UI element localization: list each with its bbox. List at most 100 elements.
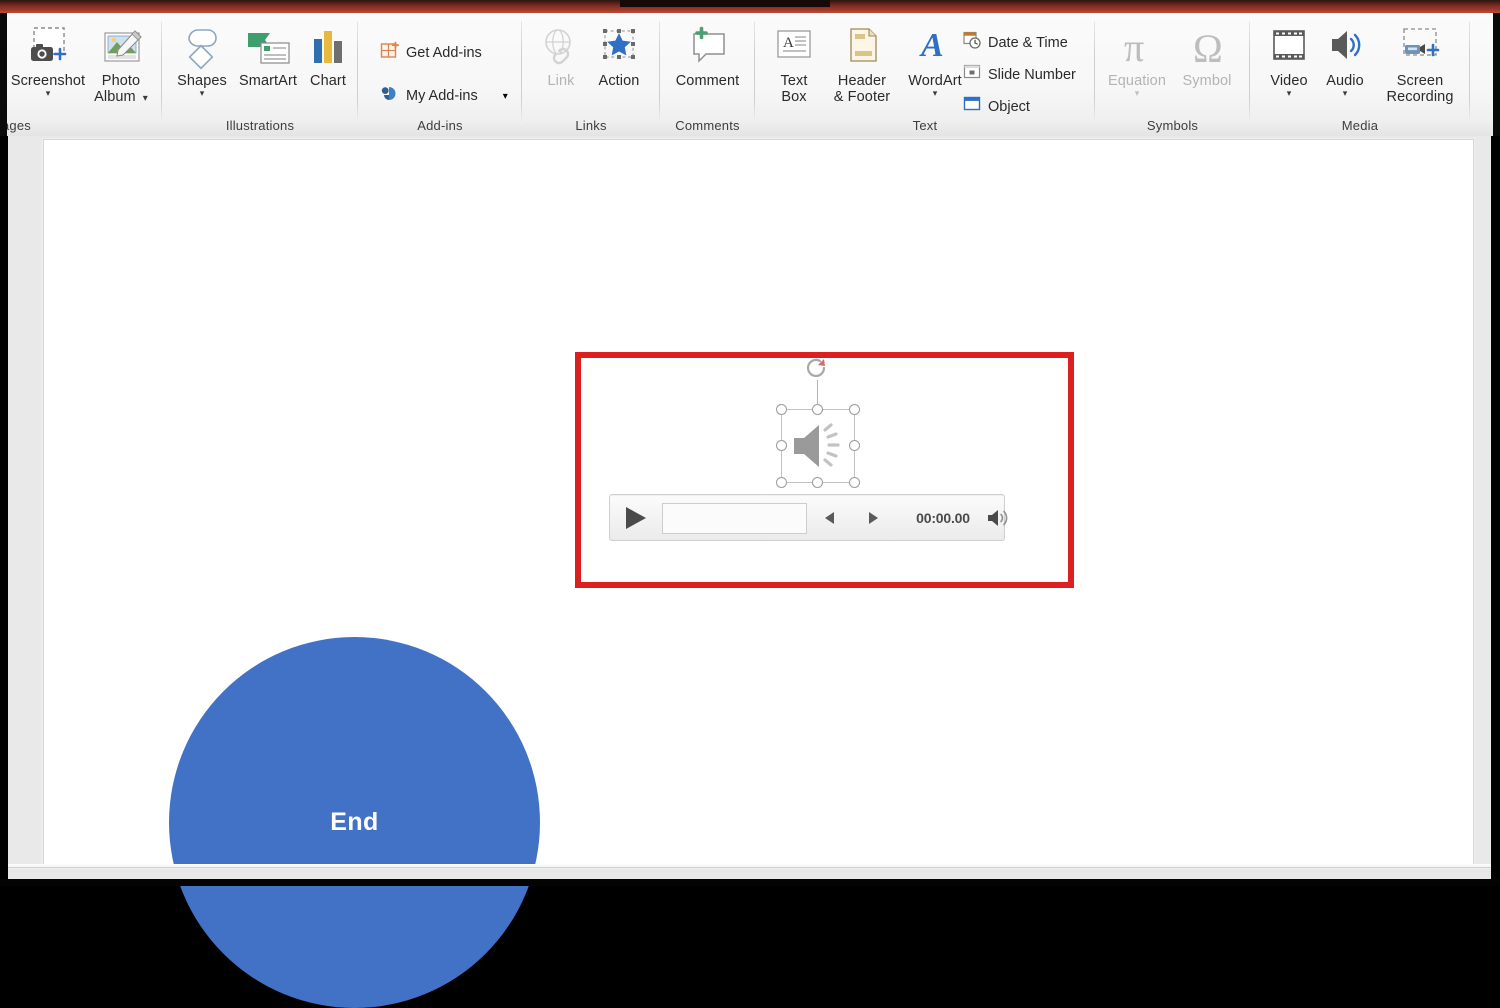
object-button[interactable]: Object [963, 95, 1030, 118]
audio-button[interactable]: Audio ▾ [1314, 25, 1376, 97]
window-left-edge [0, 13, 7, 136]
audio-caret-icon[interactable]: ▾ [1314, 89, 1376, 97]
smartart-icon [242, 25, 294, 73]
slide-canvas[interactable]: 00:00.00 [43, 139, 1474, 865]
action-button[interactable]: Action [584, 25, 654, 89]
video-caret-icon[interactable]: ▾ [1258, 89, 1320, 97]
photo-album-icon [95, 25, 147, 73]
get-addins-button[interactable]: Get Add-ins [380, 41, 482, 65]
comment-button[interactable]: Comment [660, 25, 755, 89]
speaker-icon[interactable] [788, 416, 848, 481]
comment-balloon-icon [682, 25, 734, 73]
shapes-icon [176, 25, 228, 73]
ribbon-group-links: Link Action Links [522, 13, 660, 136]
ribbon-group-images: Screenshot ▾ Photo [0, 13, 162, 136]
audio-playback-bar[interactable]: 00:00.00 [609, 494, 1005, 541]
ribbon-group-links-label: Links [522, 118, 660, 133]
window-bottom-edge [0, 879, 1500, 886]
ribbon-group-media-label: Media [1250, 118, 1500, 133]
screen-recording-button[interactable]: Screen Recording [1374, 25, 1466, 105]
header-footer-label-line1: Header [821, 73, 903, 89]
equation-caret-icon[interactable]: ▾ [1101, 89, 1173, 97]
photo-album-caret-icon[interactable]: ▾ [140, 93, 148, 104]
text-box-button[interactable]: A Text Box [763, 25, 825, 105]
equation-label: Equation [1101, 73, 1173, 89]
my-addins-label: My Add-ins [406, 88, 478, 104]
link-globe-icon [536, 25, 586, 73]
screen-recording-label-line2: Recording [1374, 89, 1466, 105]
resize-handle-bottom-left[interactable] [776, 477, 787, 488]
ribbon-group-comments-label: Comments [660, 118, 755, 133]
date-time-button[interactable]: Date & Time [963, 31, 1068, 54]
resize-handle-top-left[interactable] [776, 404, 787, 415]
equation-button[interactable]: π Equation ▾ [1101, 25, 1173, 97]
rotation-handle-icon[interactable] [803, 356, 831, 384]
end-circle-shape[interactable]: End [169, 637, 540, 1008]
omega-icon: Ω [1180, 25, 1234, 73]
date-time-label: Date & Time [988, 35, 1068, 51]
resize-handle-middle-right[interactable] [849, 440, 860, 451]
photo-album-label-line2: Album [94, 89, 136, 105]
chart-button[interactable]: Chart [302, 25, 354, 89]
step-back-button[interactable] [825, 512, 834, 524]
resize-handle-bottom-right[interactable] [849, 477, 860, 488]
shapes-caret-icon[interactable]: ▾ [170, 89, 234, 97]
video-label: Video [1258, 73, 1320, 89]
audio-speaker-icon [1320, 25, 1370, 73]
strip-divider [8, 867, 1491, 868]
powerpoint-window: Screenshot ▾ Photo [0, 0, 1500, 886]
text-box-icon: A [770, 25, 818, 73]
volume-icon[interactable] [987, 508, 1011, 533]
action-star-icon [594, 25, 644, 73]
photo-album-button[interactable]: Photo Album ▾ [80, 25, 162, 105]
my-addins-button[interactable]: My Add-ins ▾ [380, 84, 508, 108]
get-addins-label: Get Add-ins [406, 45, 482, 61]
pi-icon: π [1110, 25, 1164, 73]
symbol-button[interactable]: Ω Symbol [1171, 25, 1243, 89]
play-button[interactable] [626, 507, 646, 529]
action-label: Action [584, 73, 654, 89]
date-time-icon [963, 31, 981, 54]
audio-timecode: 00:00.00 [905, 510, 981, 526]
workspace-left-border [0, 136, 8, 886]
resize-handle-bottom-center[interactable] [812, 477, 823, 488]
shapes-button[interactable]: Shapes ▾ [170, 25, 234, 97]
video-film-icon [1264, 25, 1314, 73]
smartart-button[interactable]: SmartArt [232, 25, 304, 89]
smartart-label: SmartArt [232, 73, 304, 89]
ribbon-group-images-label: ages [0, 118, 164, 133]
header-footer-label-line2: & Footer [821, 89, 903, 105]
step-forward-button[interactable] [869, 512, 878, 524]
my-addins-caret-icon[interactable]: ▾ [503, 91, 508, 102]
shapes-label: Shapes [170, 73, 234, 89]
audio-label: Audio [1314, 73, 1376, 89]
wordart-button[interactable]: A WordArt ▾ [901, 25, 969, 97]
slide-number-label: Slide Number [988, 67, 1076, 83]
svg-text:π: π [1124, 25, 1144, 70]
ribbon-group-comments: Comment Comments [660, 13, 755, 136]
chart-label: Chart [302, 73, 354, 89]
wordart-label: WordArt [901, 73, 969, 89]
window-right-edge [1493, 13, 1500, 136]
ribbon-insert-tab: Screenshot ▾ Photo [0, 13, 1500, 137]
wordart-caret-icon[interactable]: ▾ [901, 89, 969, 97]
ribbon-group-symbols-label: Symbols [1095, 118, 1250, 133]
object-label: Object [988, 99, 1030, 115]
svg-text:A: A [919, 27, 944, 64]
audio-object-selection[interactable] [776, 404, 860, 488]
video-button[interactable]: Video ▾ [1258, 25, 1320, 97]
header-footer-icon [838, 25, 886, 73]
chart-icon [305, 25, 351, 73]
slide-number-button[interactable]: Slide Number [963, 63, 1076, 86]
resize-handle-top-center[interactable] [812, 404, 823, 415]
store-grid-icon [380, 41, 399, 65]
ribbon-group-illustrations: Shapes ▾ Smar [162, 13, 358, 136]
svg-text:Ω: Ω [1193, 26, 1223, 71]
link-button[interactable]: Link [532, 25, 590, 89]
resize-handle-middle-left[interactable] [776, 440, 787, 451]
header-footer-button[interactable]: Header & Footer [821, 25, 903, 105]
resize-handle-top-right[interactable] [849, 404, 860, 415]
audio-progress-bar[interactable] [662, 503, 807, 534]
ribbon-group-illustrations-label: Illustrations [162, 118, 358, 133]
screen-recording-label-line1: Screen [1374, 73, 1466, 89]
